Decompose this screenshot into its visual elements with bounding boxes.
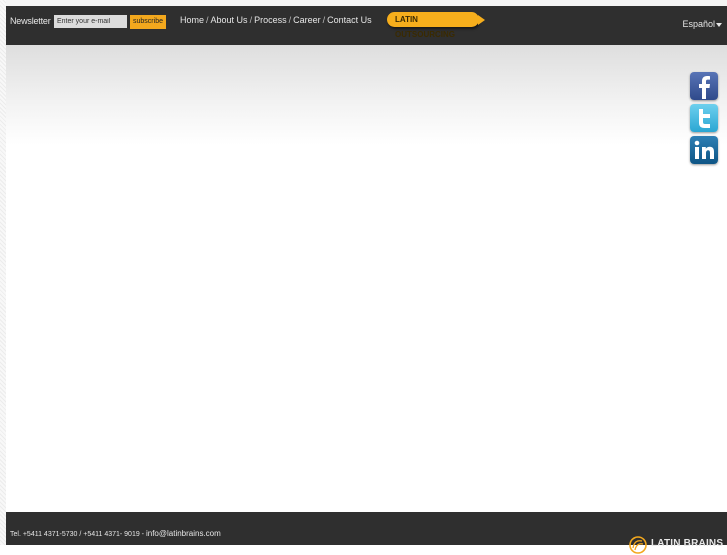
latin-outsourcing-badge[interactable]: LATIN OUTSOURCING — [387, 12, 485, 39]
contact-email-link[interactable]: info@latinbrains.com — [146, 529, 221, 538]
main-content — [6, 45, 727, 512]
nav-home[interactable]: Home — [180, 15, 204, 25]
newsletter-label: Newsletter — [10, 16, 51, 26]
top-bar: Newsletter subscribe Home/About Us/Proce… — [6, 6, 727, 45]
nav-process[interactable]: Process — [254, 15, 287, 25]
linkedin-icon[interactable] — [690, 136, 718, 164]
newsletter-email-input[interactable] — [54, 15, 127, 28]
footer-logo[interactable]: LATIN BRAINS — [628, 535, 727, 555]
brain-logo-icon — [629, 536, 647, 554]
subscribe-button[interactable]: subscribe — [130, 15, 166, 29]
main-nav: Home / About Us / Process / Career / Contact Us — [180, 15, 372, 25]
footer-bar: Tel. +5411 4371-5730 / +5411 4371- 9019 … — [6, 512, 727, 554]
facebook-icon[interactable] — [690, 72, 718, 100]
twitter-icon[interactable] — [690, 104, 718, 132]
caret-down-icon — [716, 22, 722, 27]
nav-about-us[interactable]: About Us — [211, 15, 248, 25]
nav-career[interactable]: Career — [293, 15, 321, 25]
nav-contact-us[interactable]: Contact Us — [327, 15, 372, 25]
phone-numbers: Tel. +5411 4371-5730 / +5411 4371- 9019 … — [10, 531, 146, 538]
language-selector[interactable]: Español — [682, 19, 722, 29]
page: Newsletter subscribe Home/About Us/Proce… — [0, 0, 727, 554]
social-bar — [690, 72, 720, 168]
logo-text: LATIN BRAINS — [651, 538, 724, 549]
language-label: Español — [682, 19, 715, 29]
contact-line: Tel. +5411 4371-5730 / +5411 4371- 9019 … — [10, 529, 221, 538]
